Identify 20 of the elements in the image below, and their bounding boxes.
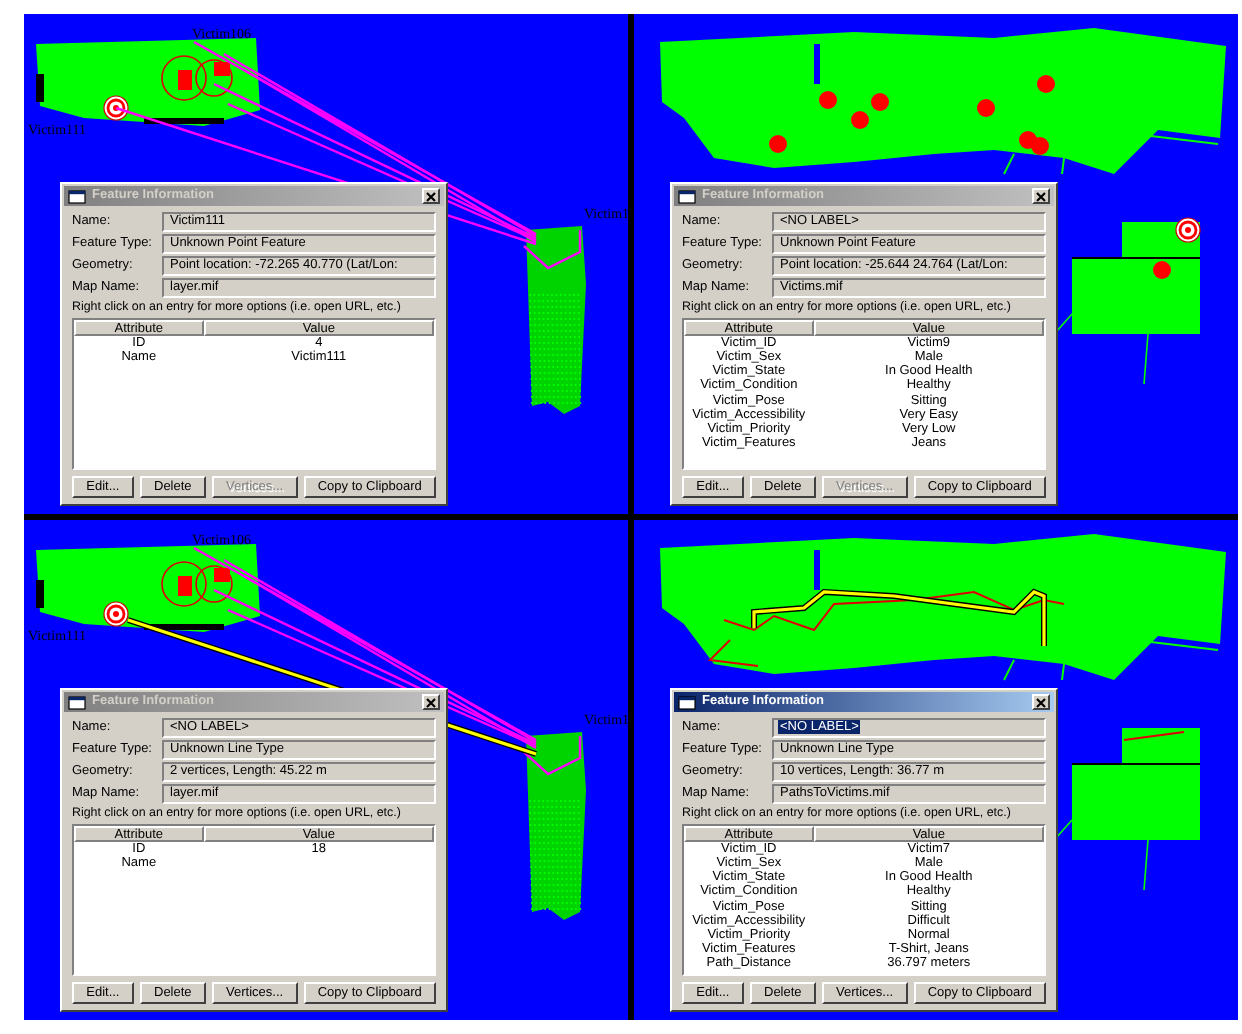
window-icon [68, 695, 86, 709]
victim-marker [819, 91, 837, 109]
close-button[interactable] [422, 188, 440, 204]
close-button[interactable] [1032, 694, 1050, 710]
victim-marker [977, 99, 995, 117]
victim-marker [1153, 261, 1171, 279]
target-icon [103, 601, 129, 627]
window-icon [678, 189, 696, 203]
close-button[interactable] [1032, 188, 1050, 204]
victim-marker [1031, 137, 1049, 155]
target-icon [103, 95, 129, 121]
path-line [1123, 731, 1185, 741]
victim-marker [851, 111, 869, 129]
target-icon [1175, 217, 1201, 243]
close-button[interactable] [422, 694, 440, 710]
window-icon [678, 695, 696, 709]
victim-marker [871, 93, 889, 111]
victim-marker [769, 135, 787, 153]
window-icon [68, 189, 86, 203]
victim-marker [1037, 75, 1055, 93]
